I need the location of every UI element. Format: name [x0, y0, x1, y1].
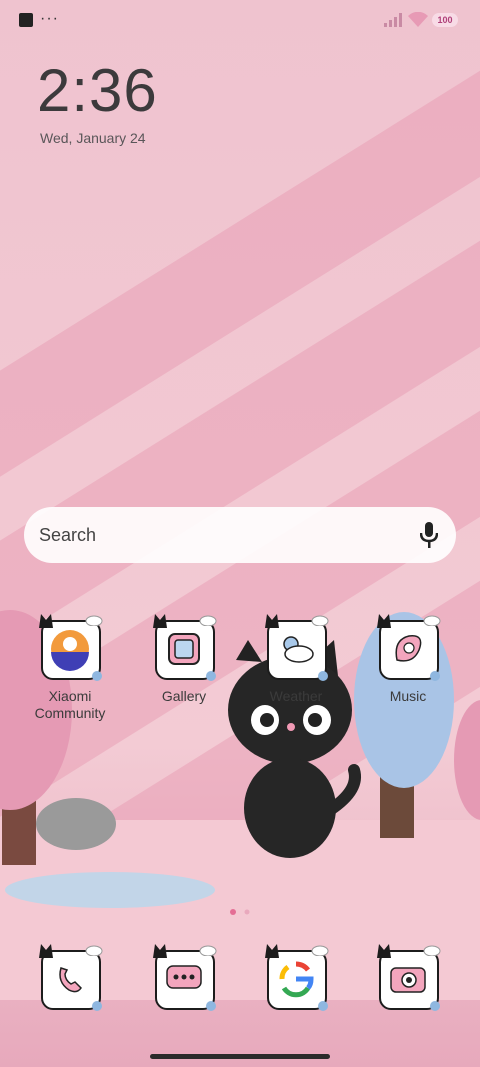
theme-badge-icon	[92, 1001, 102, 1011]
theme-badge-icon	[206, 1001, 216, 1011]
app-label: Weather	[269, 688, 323, 704]
search-bar[interactable]: Search	[24, 507, 456, 563]
dock-google[interactable]	[246, 944, 346, 1011]
microphone-icon[interactable]	[420, 522, 438, 548]
theme-badge-icon	[430, 671, 440, 681]
dock-camera[interactable]	[358, 944, 458, 1011]
wifi-icon	[408, 12, 428, 27]
clock-time[interactable]: 2:36	[37, 56, 158, 125]
dock-phone[interactable]	[20, 944, 120, 1011]
app-notification-icon	[19, 13, 33, 27]
app-weather[interactable]: Weather	[246, 614, 346, 705]
battery-icon: 100	[432, 13, 458, 27]
app-label: Gallery	[161, 688, 207, 704]
signal-icon	[384, 13, 402, 27]
search-placeholder: Search	[39, 525, 97, 545]
theme-badge-icon	[430, 1001, 440, 1011]
app-gallery[interactable]: Gallery	[134, 614, 234, 705]
rock	[36, 798, 116, 850]
puddle	[5, 872, 215, 908]
gesture-bar[interactable]	[150, 1054, 330, 1059]
theme-badge-icon	[92, 671, 102, 681]
page-indicator[interactable]	[229, 908, 253, 916]
app-label: Xiaomi Community	[34, 688, 106, 721]
tree-far-right	[454, 700, 480, 820]
page-dot-active	[230, 909, 236, 915]
theme-badge-icon	[318, 671, 328, 681]
more-notifications-icon: ···	[40, 10, 59, 27]
status-bar: ··· 100	[0, 0, 480, 40]
app-xiaomi-community[interactable]: Xiaomi Community	[20, 614, 120, 722]
page-dot	[244, 909, 250, 915]
dock-messages[interactable]	[134, 944, 234, 1011]
clock-date[interactable]: Wed, January 24	[40, 130, 146, 146]
theme-badge-icon	[206, 671, 216, 681]
app-label: Music	[389, 688, 427, 704]
app-music[interactable]: Music	[358, 614, 458, 705]
theme-badge-icon	[318, 1001, 328, 1011]
